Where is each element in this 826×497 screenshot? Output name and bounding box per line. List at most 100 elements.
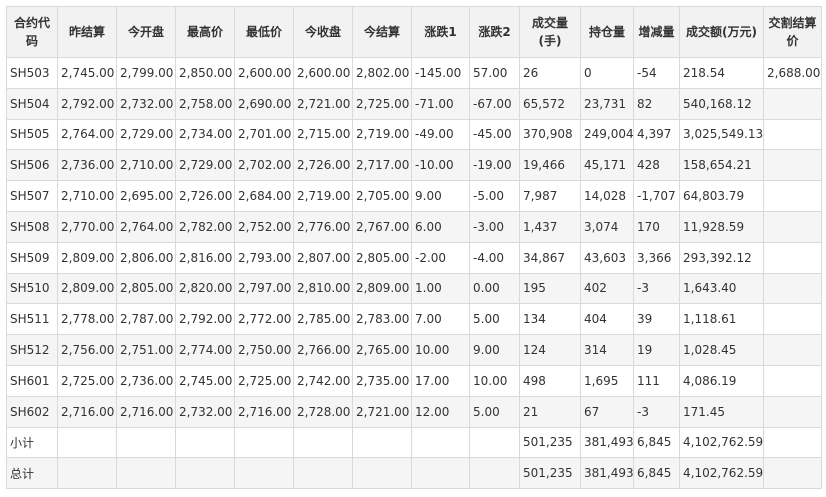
table-cell: 1,695 bbox=[580, 364, 634, 397]
table-cell: 0 bbox=[580, 57, 634, 89]
table-cell: -3 bbox=[633, 395, 680, 428]
table-cell: 12.00 bbox=[411, 395, 470, 428]
table-cell: 2,742.00 bbox=[293, 364, 353, 397]
table-cell: SH504 bbox=[6, 87, 58, 120]
table-cell: 1,643.40 bbox=[679, 272, 764, 305]
table-cell: 2,809.00 bbox=[352, 272, 412, 305]
column-header: 成交额(万元) bbox=[679, 6, 764, 58]
column-header: 今开盘 bbox=[116, 6, 176, 58]
table-cell: -19.00 bbox=[469, 149, 520, 182]
table-cell: 2,764.00 bbox=[116, 210, 176, 243]
table-cell bbox=[411, 457, 470, 490]
table-cell: 0.00 bbox=[469, 272, 520, 305]
table-cell: 4,102,762.59 bbox=[679, 426, 764, 459]
column-header: 涨跌1 bbox=[411, 6, 470, 58]
table-cell: 218.54 bbox=[679, 57, 764, 89]
table-row: SH506 2,736.00 2,710.00 2,729.00 2,702.00 2,7… bbox=[6, 149, 822, 182]
table-cell: 9.00 bbox=[469, 334, 520, 366]
table-cell: 2,600.00 bbox=[293, 57, 353, 89]
table-cell: 39 bbox=[633, 303, 680, 336]
table-cell bbox=[352, 426, 412, 459]
table-row: SH503 2,745.00 2,799.00 2,850.00 2,600.00 2,6… bbox=[6, 57, 822, 89]
table-cell: 2,726.00 bbox=[175, 180, 235, 212]
table-cell: 249,004 bbox=[580, 118, 634, 151]
column-header: 最低价 bbox=[234, 6, 294, 58]
column-header: 涨跌2 bbox=[469, 6, 520, 58]
table-cell: -10.00 bbox=[411, 149, 470, 182]
column-header: 今结算 bbox=[352, 6, 412, 58]
table-cell: 7.00 bbox=[411, 303, 470, 336]
table-cell: -5.00 bbox=[469, 180, 520, 212]
table-cell: 2,732.00 bbox=[175, 395, 235, 428]
table-cell: 2,725.00 bbox=[352, 87, 412, 120]
table-cell: 195 bbox=[519, 272, 581, 305]
table-cell: -71.00 bbox=[411, 87, 470, 120]
table-cell: 2,765.00 bbox=[352, 334, 412, 366]
column-header: 交割结算价 bbox=[763, 6, 822, 58]
table-cell bbox=[763, 210, 822, 243]
table-cell: 43,603 bbox=[580, 241, 634, 274]
table-cell bbox=[293, 457, 353, 490]
table-cell: 2,701.00 bbox=[234, 118, 294, 151]
table-cell: 11,928.59 bbox=[679, 210, 764, 243]
table-cell: 26 bbox=[519, 57, 581, 89]
table-cell: 501,235 bbox=[519, 426, 581, 459]
table-cell: 2,721.00 bbox=[352, 395, 412, 428]
table-row: SH511 2,778.00 2,787.00 2,792.00 2,772.00 2,7… bbox=[6, 303, 822, 336]
table-cell: 1,028.45 bbox=[679, 334, 764, 366]
table-cell: 2,809.00 bbox=[57, 272, 117, 305]
table-cell: 10.00 bbox=[469, 364, 520, 397]
table-cell: 2,782.00 bbox=[175, 210, 235, 243]
table-cell bbox=[763, 180, 822, 212]
table-cell: 2,770.00 bbox=[57, 210, 117, 243]
table-cell: 10.00 bbox=[411, 334, 470, 366]
table-cell: SH506 bbox=[6, 149, 58, 182]
table-cell bbox=[411, 426, 470, 459]
table-cell: 428 bbox=[633, 149, 680, 182]
table-cell: 34,867 bbox=[519, 241, 581, 274]
table-cell bbox=[763, 457, 822, 490]
table-cell: 6,845 bbox=[633, 426, 680, 459]
table-cell: 2,783.00 bbox=[352, 303, 412, 336]
table-cell: 小计 bbox=[6, 426, 58, 459]
table-cell: 1.00 bbox=[411, 272, 470, 305]
table-cell bbox=[763, 87, 822, 120]
table-cell: 2,793.00 bbox=[234, 241, 294, 274]
table-cell: 2,802.00 bbox=[352, 57, 412, 89]
table-cell: 2,820.00 bbox=[175, 272, 235, 305]
table-cell: SH512 bbox=[6, 334, 58, 366]
table-cell: 2,751.00 bbox=[116, 334, 176, 366]
table-cell: 2,785.00 bbox=[293, 303, 353, 336]
table-cell: 2,710.00 bbox=[57, 180, 117, 212]
table-cell: 2,767.00 bbox=[352, 210, 412, 243]
table-cell: 2,772.00 bbox=[234, 303, 294, 336]
table-cell: 2,716.00 bbox=[57, 395, 117, 428]
column-header: 今收盘 bbox=[293, 6, 353, 58]
table-cell: 9.00 bbox=[411, 180, 470, 212]
table-cell: 2,810.00 bbox=[293, 272, 353, 305]
table-cell: 3,074 bbox=[580, 210, 634, 243]
table-cell: 3,025,549.13 bbox=[679, 118, 764, 151]
table-cell: 19 bbox=[633, 334, 680, 366]
table-cell: 2,726.00 bbox=[293, 149, 353, 182]
table-cell: 2,797.00 bbox=[234, 272, 294, 305]
table-cell: -4.00 bbox=[469, 241, 520, 274]
table-cell: 45,171 bbox=[580, 149, 634, 182]
table-cell bbox=[175, 457, 235, 490]
table-cell: 124 bbox=[519, 334, 581, 366]
table-cell: 2,732.00 bbox=[116, 87, 176, 120]
table-cell: -3.00 bbox=[469, 210, 520, 243]
column-header: 持仓量 bbox=[580, 6, 634, 58]
table-cell: 2,736.00 bbox=[116, 364, 176, 397]
table-cell: 3,366 bbox=[633, 241, 680, 274]
table-cell: 1,437 bbox=[519, 210, 581, 243]
table-cell: 2,792.00 bbox=[175, 303, 235, 336]
table-cell bbox=[763, 303, 822, 336]
table-row: SH510 2,809.00 2,805.00 2,820.00 2,797.00 2,8… bbox=[6, 272, 822, 305]
table-cell: 57.00 bbox=[469, 57, 520, 89]
table-cell: 2,745.00 bbox=[57, 57, 117, 89]
table-cell: 4,397 bbox=[633, 118, 680, 151]
table-cell: 1,118.61 bbox=[679, 303, 764, 336]
table-cell: 2,805.00 bbox=[352, 241, 412, 274]
table-cell: 158,654.21 bbox=[679, 149, 764, 182]
